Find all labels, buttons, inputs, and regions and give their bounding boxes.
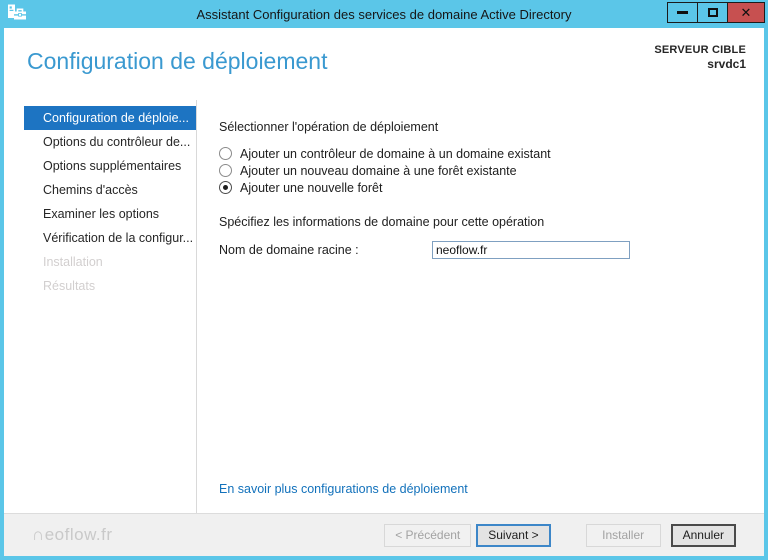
wizard-app-icon [7, 4, 27, 23]
cancel-button[interactable]: Annuler [670, 523, 736, 547]
wizard-body: Configuration de déploie... Options du c… [4, 100, 764, 513]
sidebar-item-chemins-acces[interactable]: Chemins d'accès [24, 178, 196, 202]
footer-buttons: < Précédent Suivant > Installer Annuler [384, 523, 736, 547]
root-domain-field-row: Nom de domaine racine : [219, 241, 736, 259]
radio-option-label: Ajouter une nouvelle forêt [240, 180, 383, 195]
sidebar-item-resultats: Résultats [43, 279, 96, 293]
radio-option-label: Ajouter un contrôleur de domaine à un do… [240, 146, 551, 161]
sidebar-item-verification-configuration[interactable]: Vérification de la configur... [24, 226, 196, 250]
previous-button[interactable]: < Précédent [384, 523, 472, 547]
radio-unselected-icon [219, 147, 232, 160]
minimize-icon [677, 11, 688, 14]
wizard-client-area: Configuration de déploiement SERVEUR CIB… [4, 28, 764, 556]
maximize-button[interactable] [697, 2, 728, 23]
target-server-label: SERVEUR CIBLE [654, 44, 746, 56]
titlebar: Assistant Configuration des services de … [0, 0, 768, 28]
maximize-icon [707, 8, 718, 17]
sidebar-item-installation: Installation [43, 255, 103, 269]
window-controls: ✕ [667, 2, 765, 23]
root-domain-input[interactable] [432, 241, 630, 259]
specify-domain-info-label: Spécifiez les informations de domaine po… [219, 215, 545, 229]
sidebar-item-options-supplementaires[interactable]: Options supplémentaires [24, 154, 196, 178]
radio-option-add-domain-to-existing-forest[interactable]: Ajouter un nouveau domaine à une forêt e… [219, 162, 736, 179]
neoflow-watermark-logo: ∩eoflow.fr [32, 525, 113, 544]
radio-unselected-icon [219, 164, 232, 177]
root-domain-label: Nom de domaine racine : [219, 243, 359, 257]
minimize-button[interactable] [667, 2, 698, 23]
sidebar-item-options-controleur[interactable]: Options du contrôleur de... [24, 130, 196, 154]
radio-option-add-dc-to-existing-domain[interactable]: Ajouter un contrôleur de domaine à un do… [219, 145, 736, 162]
radio-selected-icon [219, 181, 232, 194]
sidebar-item-configuration-deploiement[interactable]: Configuration de déploie... [24, 106, 196, 130]
radio-option-add-new-forest[interactable]: Ajouter une nouvelle forêt [219, 179, 736, 196]
target-server-block: SERVEUR CIBLE srvdc1 [654, 44, 746, 71]
target-server-name: srvdc1 [707, 57, 746, 71]
window-title: Assistant Configuration des services de … [196, 6, 572, 22]
wizard-footer: ∩eoflow.fr < Précédent Suivant > Install… [4, 513, 764, 556]
page-title: Configuration de déploiement [27, 48, 328, 74]
next-button[interactable]: Suivant > [476, 523, 551, 547]
learn-more-link[interactable]: En savoir plus configurations de déploie… [219, 482, 468, 496]
wizard-content: Sélectionner l'opération de déploiement … [197, 100, 764, 513]
wizard-header: Configuration de déploiement SERVEUR CIB… [4, 28, 764, 100]
wizard-window: Assistant Configuration des services de … [0, 0, 768, 560]
radio-option-label: Ajouter un nouveau domaine à une forêt e… [240, 163, 517, 178]
close-icon: ✕ [740, 5, 752, 20]
select-operation-label: Sélectionner l'opération de déploiement [219, 120, 439, 134]
close-button[interactable]: ✕ [727, 2, 765, 23]
sidebar-item-examiner-options[interactable]: Examiner les options [24, 202, 196, 226]
install-button[interactable]: Installer [585, 523, 661, 547]
wizard-steps-sidebar: Configuration de déploie... Options du c… [4, 100, 197, 513]
